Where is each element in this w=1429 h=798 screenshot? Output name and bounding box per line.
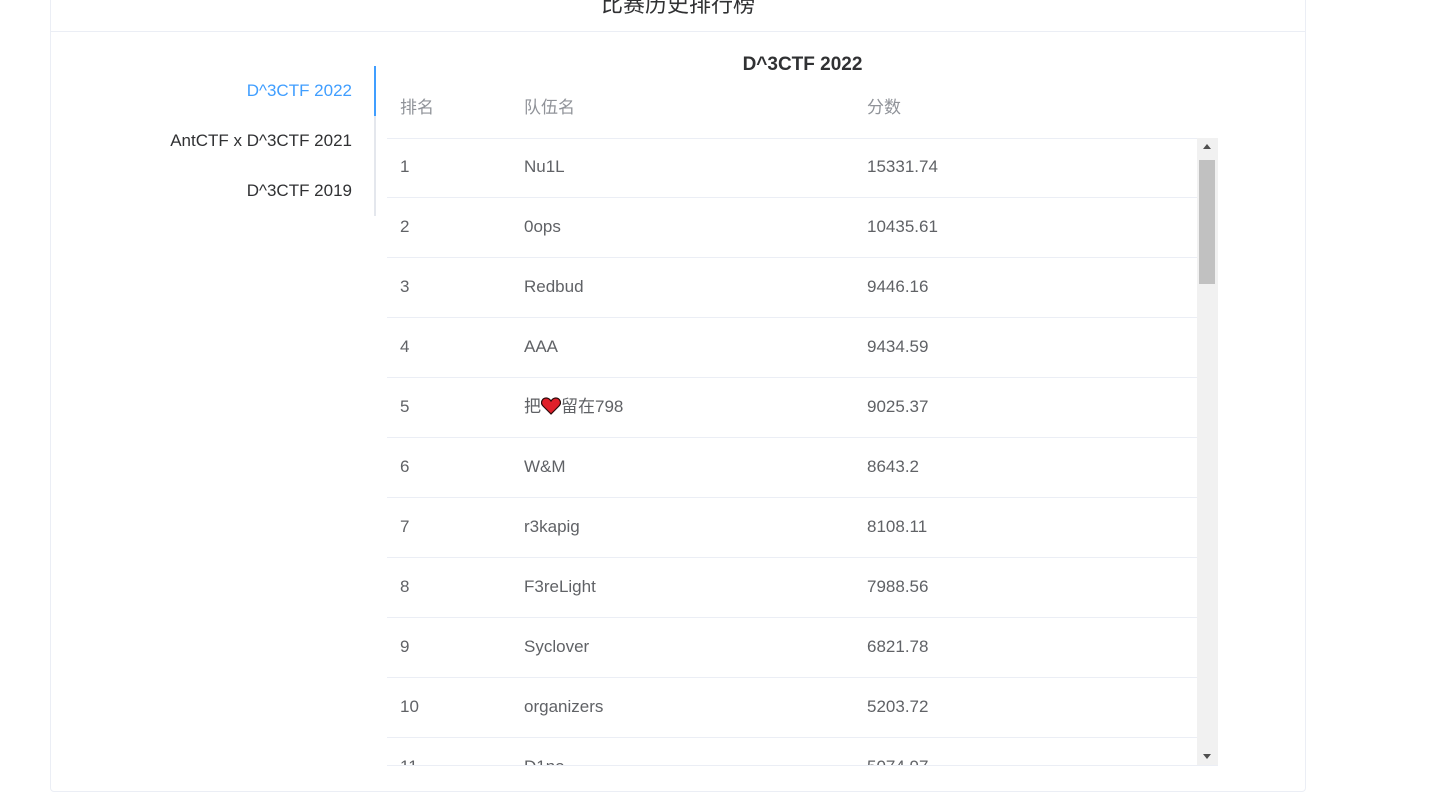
score-cell: 15331.74 [867,157,938,176]
table-row: 11 D1no 5074.97 [387,738,1197,765]
score-cell: 5203.72 [867,697,929,716]
rank-cell: 11 [400,738,418,765]
table-title: D^3CTF 2022 [742,54,863,75]
table-header: 排名 队伍名 分数 [387,88,1197,139]
team-cell: Syclover [524,637,590,656]
table-body[interactable]: 1 Nu1L 15331.74 2 0ops 10435.61 3 Redbud… [387,138,1218,766]
team-cell: W&M [524,457,566,476]
score-cell: 8643.2 [867,457,919,476]
table-row: 1 Nu1L 15331.74 [387,138,1197,198]
score-cell: 9446.16 [867,277,929,296]
team-cell: AAA [524,337,559,356]
table-row: 7 r3kapig 8108.11 [387,498,1197,558]
table-row: 8 F3reLight 7988.56 [387,558,1197,618]
rank-cell: 10 [400,697,419,716]
rank-cell: 1 [400,157,410,176]
rank-cell: 6 [400,457,410,476]
rank-cell: 4 [400,337,410,356]
team-name-prefix: 把 [524,397,541,416]
team-cell: 把 留在798 [524,378,623,436]
column-header-rank: 排名 [400,98,434,117]
scroll-down-icon [1203,754,1211,759]
score-cell: 6821.78 [867,637,929,656]
scrollbar-thumb[interactable] [1199,160,1215,284]
score-cell: 7988.56 [867,577,929,596]
team-cell: Nu1L [524,157,565,176]
score-cell: 10435.61 [867,217,938,236]
score-cell: 5074.97 [867,738,928,765]
table-row: 2 0ops 10435.61 [387,198,1197,258]
table-row: 3 Redbud 9446.16 [387,258,1197,318]
scroll-down-button[interactable] [1197,748,1218,765]
rank-cell: 5 [400,397,410,416]
tab-d3ctf-2019[interactable]: D^3CTF 2019 [247,166,352,216]
event-tabs: D^3CTF 2022 AntCTF x D^3CTF 2021 D^3CTF … [110,66,376,216]
team-cell: organizers [524,697,604,716]
tab-active-indicator [374,66,376,116]
column-header-score: 分数 [867,98,901,117]
scroll-up-button[interactable] [1197,138,1218,155]
score-cell: 8108.11 [867,517,928,536]
vertical-scrollbar[interactable] [1197,138,1218,765]
tab-antctf-d3ctf-2021[interactable]: AntCTF x D^3CTF 2021 [170,116,352,166]
table-row: 4 AAA 9434.59 [387,318,1197,378]
rank-cell: 2 [400,217,410,236]
page-title: 比赛历史排行榜 [600,0,755,17]
table-row: 5 把 留在798 9025.37 [387,378,1197,438]
team-cell: r3kapig [524,517,580,536]
rank-cell: 3 [400,277,410,296]
table-row: 6 W&M 8643.2 [387,438,1197,498]
rank-cell: 8 [400,577,410,596]
heart-icon [541,397,561,415]
rank-cell: 9 [400,637,410,656]
rank-cell: 7 [400,517,410,536]
score-cell: 9025.37 [867,397,929,416]
card-header: 比赛历史排行榜 [51,0,1305,32]
tab-d3ctf-2022[interactable]: D^3CTF 2022 [247,66,352,116]
team-cell: F3reLight [524,577,596,596]
table-row: 10 organizers 5203.72 [387,678,1197,738]
score-cell: 9434.59 [867,337,929,356]
scroll-up-icon [1203,144,1211,149]
team-cell: 0ops [524,217,561,236]
table-row: 9 Syclover 6821.78 [387,618,1197,678]
column-header-team: 队伍名 [524,98,575,117]
team-name-suffix: 留在798 [561,397,624,416]
team-cell: D1no [524,738,565,765]
team-cell: Redbud [524,277,584,296]
